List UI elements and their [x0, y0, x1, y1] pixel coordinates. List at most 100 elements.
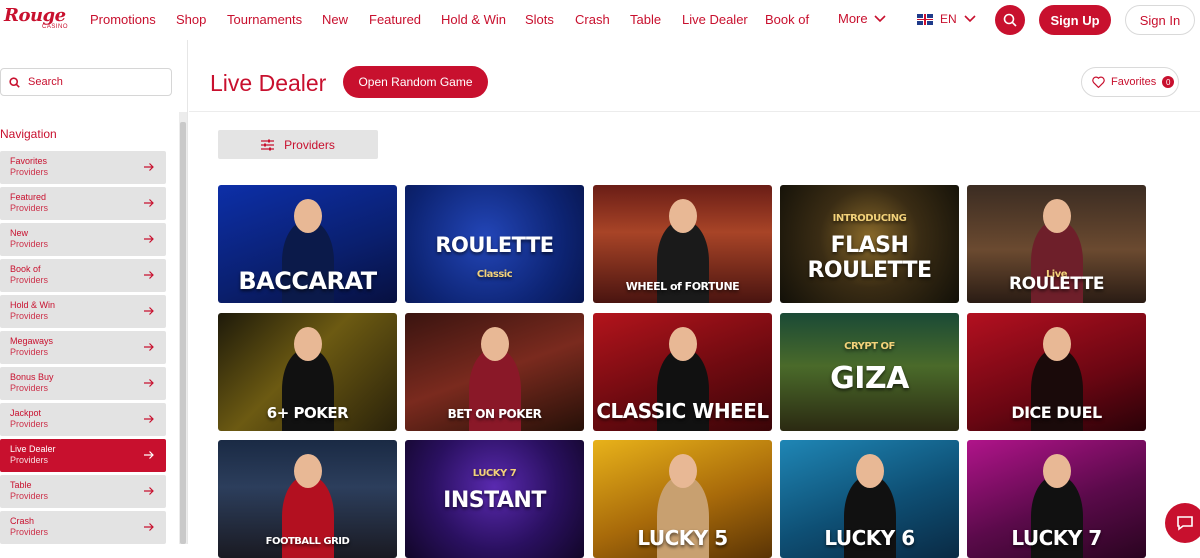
nav-link-book-of[interactable]: Book of [765, 12, 809, 27]
nav-link-table[interactable]: Table [630, 12, 661, 27]
game-tile[interactable]: LUCKY 7 INSTANT [405, 440, 584, 558]
sidebar-item-sublabel: Providers [10, 167, 49, 177]
logo-wordmark: Rouge [4, 5, 66, 26]
more-label: More [838, 11, 868, 26]
game-subtitle: CRYPT OF [844, 341, 895, 352]
game-tile[interactable]: CLASSIC WHEEL [593, 313, 772, 431]
favorites-label: Favorites [1111, 76, 1157, 88]
nav-link-new[interactable]: New [322, 12, 348, 27]
dealer-head [669, 327, 697, 361]
arrow-right-icon [144, 379, 154, 387]
sidebar-item-sublabel: Providers [10, 311, 49, 321]
game-tile[interactable]: LUCKY 7 [967, 440, 1146, 558]
dealer-head [1043, 454, 1071, 488]
game-tile[interactable]: Live ROULETTE [967, 185, 1146, 303]
game-tile[interactable]: FOOTBALL GRID [218, 440, 397, 558]
sidebar-item-label: Book of [10, 264, 41, 274]
game-title: WHEEL of FORTUNE [625, 280, 740, 293]
nav-link-featured[interactable]: Featured [369, 12, 421, 27]
dealer-head [294, 199, 322, 233]
chat-icon [1177, 516, 1193, 531]
game-tile[interactable]: LUCKY 6 [780, 440, 959, 558]
page-title: Live Dealer [210, 70, 327, 96]
sidebar-item-jackpot[interactable]: Jackpot Providers [0, 403, 166, 436]
providers-filter-button[interactable]: Providers [218, 130, 378, 159]
nav-link-shop[interactable]: Shop [176, 12, 206, 27]
dealer-head [481, 327, 509, 361]
sidebar-item-book-of[interactable]: Book of Providers [0, 259, 166, 292]
nav-link-promotions[interactable]: Promotions [90, 12, 156, 27]
sign-up-button[interactable]: Sign Up [1039, 5, 1111, 35]
sidebar-item-sublabel: Providers [10, 419, 49, 429]
sidebar-item-sublabel: Providers [10, 383, 49, 393]
nav-link-hold-win[interactable]: Hold & Win [441, 12, 506, 27]
sidebar-item-label: Live Dealer [10, 444, 56, 454]
chevron-down-icon [874, 14, 886, 22]
game-tile[interactable]: BET ON POKER [405, 313, 584, 431]
sidebar-item-label: Megaways [10, 336, 54, 346]
sidebar-item-megaways[interactable]: Megaways Providers [0, 331, 166, 364]
arrow-right-icon [144, 163, 154, 171]
nav-link-live-dealer[interactable]: Live Dealer [682, 12, 748, 27]
arrow-right-icon [144, 415, 154, 423]
sidebar-item-label: Bonus Buy [10, 372, 54, 382]
game-tile[interactable]: CRYPT OF GIZA [780, 313, 959, 431]
arrow-right-icon [144, 235, 154, 243]
game-tile[interactable]: INTRODUCING FLASH ROULETTE [780, 185, 959, 303]
rouge-casino-logo[interactable]: Rouge CASINO [4, 5, 76, 33]
game-title: GIZA [830, 361, 909, 396]
sidebar-item-table[interactable]: Table Providers [0, 475, 166, 508]
scrollbar-thumb[interactable] [180, 122, 186, 544]
sliders-icon [261, 139, 275, 150]
open-random-game-button[interactable]: Open Random Game [343, 66, 488, 98]
game-title: FOOTBALL GRID [265, 536, 350, 547]
more-menu-button[interactable]: More [838, 11, 886, 26]
sidebar-item-new[interactable]: New Providers [0, 223, 166, 256]
search-icon [1003, 13, 1017, 27]
sidebar-item-featured[interactable]: Featured Providers [0, 187, 166, 220]
sidebar-search-input[interactable]: Search [0, 68, 172, 96]
sidebar-item-favorites[interactable]: Favorites Providers [0, 151, 166, 184]
heart-icon [1092, 76, 1105, 88]
game-tile[interactable]: LUCKY 5 [593, 440, 772, 558]
arrow-right-icon [144, 523, 154, 531]
sign-in-button[interactable]: Sign In [1125, 5, 1195, 35]
dealer-head [669, 199, 697, 233]
arrow-right-icon [144, 451, 154, 459]
game-title: LUCKY 5 [637, 526, 728, 550]
arrow-right-icon [144, 343, 154, 351]
sidebar-item-crash[interactable]: Crash Providers [0, 511, 166, 544]
header-search-button[interactable] [995, 5, 1025, 35]
game-tile[interactable]: WHEEL of FORTUNE [593, 185, 772, 303]
uk-flag-icon [917, 13, 933, 25]
sidebar-item-label: Hold & Win [10, 300, 56, 310]
favorites-button[interactable]: Favorites 0 [1081, 67, 1179, 97]
chat-support-button[interactable] [1165, 503, 1200, 543]
sidebar-item-bonus-buy[interactable]: Bonus Buy Providers [0, 367, 166, 400]
game-tile[interactable]: DICE DUEL [967, 313, 1146, 431]
logo-subtitle: CASINO [42, 24, 69, 30]
sidebar-item-live-dealer[interactable]: Live Dealer Providers [0, 439, 166, 472]
game-subtitle: LUCKY 7 [472, 468, 517, 479]
nav-link-slots[interactable]: Slots [525, 12, 554, 27]
language-selector[interactable]: EN [917, 12, 976, 26]
game-title: ROULETTE [435, 233, 554, 257]
arrow-right-icon [144, 199, 154, 207]
sidebar-item-sublabel: Providers [10, 527, 49, 537]
nav-link-crash[interactable]: Crash [575, 12, 610, 27]
sidebar-scrollbar[interactable] [179, 112, 187, 544]
dealer-head [1043, 199, 1071, 233]
main-content: Live Dealer Open Random Game Favorites 0… [189, 40, 1200, 558]
sidebar-item-hold-win[interactable]: Hold & Win Providers [0, 295, 166, 328]
game-tile[interactable]: Classic ROULETTE [405, 185, 584, 303]
providers-label: Providers [284, 137, 335, 152]
game-title: BET ON POKER [447, 407, 542, 421]
sidebar-item-label: Jackpot [10, 408, 42, 418]
game-tile[interactable]: BACCARAT [218, 185, 397, 303]
navigation-heading: Navigation [0, 127, 57, 141]
game-tile[interactable]: 6+ POKER [218, 313, 397, 431]
dealer-head [856, 454, 884, 488]
nav-link-tournaments[interactable]: Tournaments [227, 12, 302, 27]
favorites-count-badge: 0 [1162, 76, 1175, 88]
dealer-head [294, 454, 322, 488]
